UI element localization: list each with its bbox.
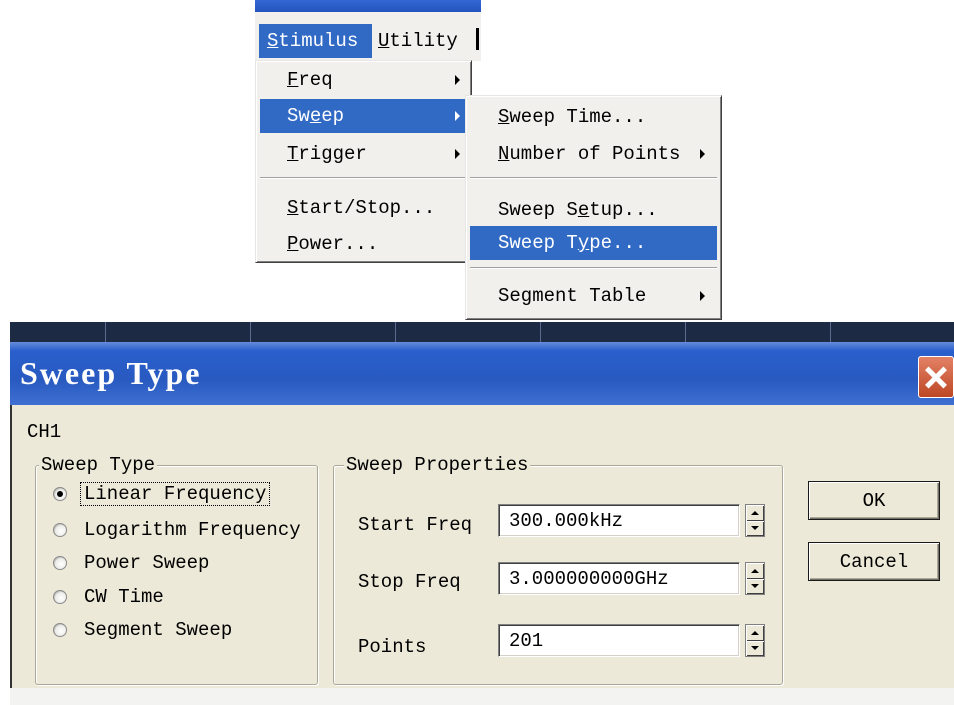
sweep-properties-groupbox: Sweep Properties Start Freq Stop Freq Po… [333, 454, 783, 685]
points-input[interactable] [498, 624, 740, 657]
access-key-underline: S [287, 197, 299, 219]
menu-item-label: Sweep Setup... [498, 199, 658, 221]
window-title-strip [255, 0, 481, 12]
radio-power-sweep[interactable]: Power Sweep [48, 551, 310, 575]
menu-bar-clipped-item [476, 28, 479, 50]
spin-down-button[interactable] [746, 641, 764, 657]
submenu-arrow-icon [455, 111, 460, 121]
groupbox-label: Sweep Type [39, 454, 158, 476]
points-label: Points [358, 636, 427, 658]
menu-item-sweep-time[interactable]: Sweep Time... [470, 100, 717, 134]
points-spinner [745, 624, 765, 657]
channel-label: CH1 [27, 421, 62, 443]
access-key-underline: S [267, 30, 279, 52]
radio-label: Linear Frequency [80, 482, 271, 506]
stop-freq-input[interactable] [498, 562, 740, 595]
sweep-submenu: Sweep Time... Number of Points Sweep Set… [465, 95, 722, 320]
start-freq-label: Start Freq [358, 514, 473, 536]
spin-down-button[interactable] [746, 579, 764, 595]
radio-logarithm-frequency[interactable]: Logarithm Frequency [48, 518, 310, 542]
access-key-underline: S [498, 106, 510, 128]
access-key-underline: T [287, 143, 299, 165]
menu-utility[interactable]: Utility [372, 24, 472, 58]
groupbox-label: Sweep Properties [344, 454, 531, 476]
access-key-underline: y [577, 232, 590, 254]
access-key-underline: P [287, 233, 299, 255]
menu-item-label: Sweep Time... [498, 106, 647, 128]
spin-up-button[interactable] [746, 563, 764, 579]
access-key-underline: F [287, 69, 299, 91]
spin-up-button[interactable] [746, 505, 764, 521]
cancel-button[interactable]: Cancel [808, 542, 940, 581]
menu-separator [470, 177, 717, 179]
stimulus-menu: Freq Sweep Trigger Start/Stop... Power..… [255, 60, 472, 263]
menu-item-power[interactable]: Power... [260, 227, 467, 261]
submenu-arrow-icon [455, 75, 460, 85]
radio-cw-time[interactable]: CW Time [48, 585, 310, 609]
close-button[interactable] [918, 356, 954, 398]
triangle-up-icon [751, 510, 759, 515]
menu-item-sweep-setup[interactable]: Sweep Setup... [470, 193, 717, 227]
menu-stimulus[interactable]: Stimulus [259, 24, 372, 58]
submenu-arrow-icon [455, 149, 460, 159]
submenu-arrow-icon [700, 291, 705, 301]
dialog-title: Sweep Type [20, 355, 202, 391]
background-app-strip [10, 322, 954, 342]
spin-down-button[interactable] [746, 521, 764, 537]
dialog-bottom-edge [10, 688, 954, 705]
menu-label: Stimulus [267, 30, 359, 52]
access-key-underline: U [378, 30, 390, 52]
menu-item-label: Number of Points [498, 143, 681, 165]
stop-freq-spinner [745, 562, 765, 595]
menu-item-label: Start/Stop... [287, 197, 436, 219]
menu-label: Utility [378, 30, 458, 52]
triangle-up-icon [751, 568, 759, 573]
menu-item-label: Sweep [287, 105, 345, 127]
menu-item-freq[interactable]: Freq [260, 63, 467, 97]
start-freq-input[interactable] [498, 504, 740, 537]
radio-label: Segment Sweep [84, 619, 233, 641]
menu-item-start-stop[interactable]: Start/Stop... [260, 191, 467, 225]
menu-item-label: Segment Table [498, 285, 647, 307]
submenu-arrow-icon [700, 149, 705, 159]
menu-item-sweep[interactable]: Sweep [260, 99, 467, 133]
access-key-underline: N [498, 143, 510, 165]
menu-separator [260, 177, 467, 179]
ok-button[interactable]: OK [808, 481, 940, 520]
menu-item-number-of-points[interactable]: Number of Points [470, 137, 717, 171]
menu-item-label: Sweep Type... [498, 232, 647, 254]
radio-button-icon[interactable] [53, 623, 67, 637]
access-key-underline: e [577, 199, 590, 221]
menu-item-sweep-type[interactable]: Sweep Type... [470, 226, 717, 260]
menu-item-label: Power... [287, 233, 379, 255]
menu-item-segment-table[interactable]: Segment Table [470, 279, 717, 313]
radio-linear-frequency[interactable]: Linear Frequency [48, 482, 310, 506]
radio-label: Power Sweep [84, 552, 210, 574]
start-freq-spinner [745, 504, 765, 537]
radio-segment-sweep[interactable]: Segment Sweep [48, 618, 310, 642]
menu-item-label: Trigger [287, 143, 367, 165]
menu-separator [470, 267, 717, 269]
radio-label: CW Time [84, 586, 164, 608]
sweep-type-dialog: Sweep Type CH1 Sweep Type Linear Frequen… [10, 322, 954, 705]
menu-bar: Stimulus Utility [255, 12, 481, 61]
sweep-type-groupbox: Sweep Type Linear Frequency Logarithm Fr… [35, 454, 318, 685]
access-key-underline: e [309, 105, 322, 127]
stop-freq-label: Stop Freq [358, 571, 461, 593]
menu-item-label: Freq [287, 69, 333, 91]
dialog-body: CH1 Sweep Type Linear Frequency Logarith… [10, 405, 954, 688]
triangle-up-icon [751, 630, 759, 635]
triangle-down-icon [751, 526, 759, 531]
radio-button-icon[interactable] [53, 556, 67, 570]
menu-item-trigger[interactable]: Trigger [260, 137, 467, 171]
triangle-down-icon [751, 584, 759, 589]
radio-label: Logarithm Frequency [84, 519, 301, 541]
triangle-down-icon [751, 646, 759, 651]
radio-button-icon[interactable] [53, 523, 67, 537]
spin-up-button[interactable] [746, 625, 764, 641]
title-bar[interactable]: Sweep Type [10, 342, 954, 405]
radio-button-icon[interactable] [53, 487, 67, 501]
radio-button-icon[interactable] [53, 590, 67, 604]
